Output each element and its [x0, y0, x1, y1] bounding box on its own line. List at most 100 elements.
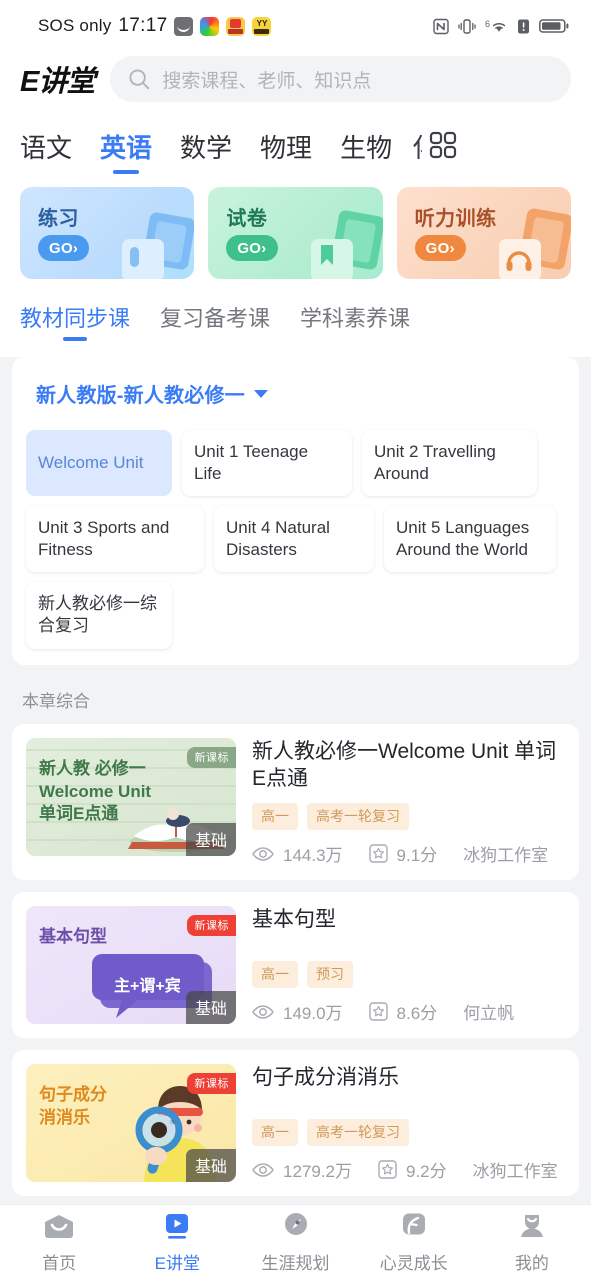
unit-chip-2[interactable]: Unit 2 Travelling Around — [362, 430, 537, 497]
eye-icon — [252, 846, 274, 861]
status-bar-left: SOS only 17:17 — [38, 15, 272, 37]
grid-icon[interactable] — [428, 124, 458, 165]
course-tags: 高一 高考一轮复习 — [252, 1109, 565, 1146]
unit-chip-1[interactable]: Unit 1 Teenage Life — [182, 430, 352, 497]
yy-app-icon — [252, 16, 272, 36]
course-title: 句子成分消消乐 — [252, 1066, 399, 1089]
tab-label: 心灵成长 — [379, 1253, 448, 1273]
course-info: 句子成分消消乐 高一 高考一轮复习 1279.2万 9.2分 冰狗工作室 — [252, 1064, 565, 1182]
course-author: 冰狗工作室 — [472, 1162, 558, 1181]
home-icon — [45, 1214, 74, 1238]
promo-title: 听力训练 — [414, 208, 497, 230]
star-rating-icon — [378, 1160, 397, 1179]
color-app-icon — [200, 16, 220, 36]
course-views: 1279.2万 — [283, 1162, 352, 1181]
book-illustration-icon — [122, 212, 195, 279]
course-card-2[interactable]: 句子成分 消消乐 新课标 基础 句子成分消消乐 高一 高考一轮复习 1279.2… — [12, 1050, 579, 1196]
course-tags: 高一 预习 — [252, 951, 565, 988]
star-rating-icon — [368, 1002, 388, 1021]
course-info: 新人教必修一Welcome Unit 单词E点通 高一 高考一轮复习 144.3… — [252, 738, 565, 866]
clock-label: 17:17 — [118, 15, 168, 36]
thumbnail-text: 基本句型 — [39, 927, 107, 946]
tab-label: 生涯规划 — [261, 1253, 330, 1273]
course-views: 144.3万 — [283, 846, 343, 865]
course-card-1[interactable]: 基本句型 主+谓+宾 新课标 基础 基本句型 高一 预习 149.0万 8.6分… — [12, 892, 579, 1038]
promo-card-exam[interactable]: 试卷 GO› — [208, 187, 383, 279]
promo-go-button[interactable]: GO› — [38, 235, 90, 261]
subject-tab-2[interactable]: 数学 — [166, 124, 246, 171]
search-placeholder: 搜索课程、老师、知识点 — [162, 70, 372, 92]
video-icon — [166, 1213, 189, 1239]
course-tags: 高一 高考一轮复习 — [252, 793, 565, 830]
unit-chip-0[interactable]: Welcome Unit — [26, 430, 172, 497]
course-card-0[interactable]: 新人教 必修一 Welcome Unit 单词E点通 新课标 基础 新人教必修一… — [12, 723, 579, 880]
tab-label: 首页 — [42, 1253, 77, 1273]
course-list: 新人教 必修一 Welcome Unit 单词E点通 新课标 基础 新人教必修一… — [0, 723, 591, 1196]
course-tag: 预习 — [307, 961, 353, 988]
subject-tab-4[interactable]: 生物 — [326, 124, 406, 171]
carrier-label: SOS only — [38, 16, 112, 35]
course-title: 新人教必修一Welcome Unit 单词E点通 — [252, 739, 557, 791]
person-icon — [520, 1214, 543, 1237]
tab-label: 我的 — [514, 1253, 549, 1273]
course-meta: 1279.2万 9.2分 冰狗工作室 — [252, 1157, 565, 1182]
category-tab-2[interactable]: 学科素养课 — [300, 301, 410, 339]
tab-career[interactable]: 生涯规划 — [236, 1212, 354, 1274]
subject-tab-3[interactable]: 物理 — [246, 124, 326, 171]
category-tab-0[interactable]: 教材同步课 — [20, 301, 130, 339]
subject-tab-1[interactable]: 英语 — [86, 124, 166, 171]
status-bar-right: 6 — [433, 18, 569, 35]
course-tag: 高考一轮复习 — [307, 1119, 409, 1146]
tab-profile[interactable]: 我的 — [473, 1212, 591, 1274]
subject-tabs: 语文 英语 数学 物理 生物 化 — [0, 120, 591, 183]
badge-new-standard: 新课标 — [186, 1073, 236, 1094]
course-tag: 高考一轮复习 — [307, 803, 409, 830]
unit-chip-4[interactable]: Unit 4 Natural Disasters — [214, 506, 374, 573]
leaf-icon — [402, 1213, 425, 1234]
alert-icon — [518, 19, 529, 33]
search-input[interactable]: 搜索课程、老师、知识点 — [110, 56, 571, 102]
app-root: SOS only 17:17 6 — [0, 0, 591, 1280]
wifi-icon: 6 — [485, 19, 508, 34]
course-thumbnail: 基本句型 主+谓+宾 新课标 基础 — [26, 906, 236, 1024]
tab-growth[interactable]: 心灵成长 — [355, 1212, 473, 1274]
headphone-illustration-icon — [498, 208, 571, 279]
course-thumbnail: 新人教 必修一 Welcome Unit 单词E点通 新课标 基础 — [26, 737, 236, 856]
subject-tab-0[interactable]: 语文 — [20, 124, 86, 171]
badge-new-standard: 新课标 — [186, 915, 236, 936]
search-icon — [129, 68, 150, 89]
vibrate-icon — [458, 18, 476, 34]
tab-home[interactable]: 首页 — [0, 1212, 118, 1274]
promo-title: 练习 — [38, 208, 79, 230]
promo-card-practice[interactable]: 练习 GO› — [20, 187, 195, 279]
promo-card-listening[interactable]: 听力训练 GO› — [396, 187, 571, 279]
textbook-selector[interactable]: 新人教版-新人教必修一 — [26, 375, 565, 430]
badge-level: 基础 — [185, 822, 236, 856]
thumbnail-bubble-text: 主+谓+宾 — [114, 978, 181, 995]
unit-chip-6[interactable]: 新人教必修一综合复习 — [26, 582, 172, 649]
chevron-down-icon — [253, 389, 268, 398]
course-info: 基本句型 高一 预习 149.0万 8.6分 何立帆 — [252, 906, 565, 1024]
subject-tab-clipped[interactable]: 化 — [406, 124, 422, 171]
course-tag: 高一 — [252, 961, 298, 988]
badge-level: 基础 — [185, 991, 236, 1024]
app-logo: E讲堂 — [20, 66, 95, 98]
unit-chip-3[interactable]: Unit 3 Sports and Fitness — [26, 506, 204, 573]
thumbnail-text: 句子成分 消消乐 — [39, 1085, 107, 1127]
promo-go-button[interactable]: GO› — [414, 235, 466, 261]
badge-level: 基础 — [185, 1149, 236, 1182]
textbook-selected-label: 新人教版-新人教必修一 — [36, 385, 245, 407]
unit-chip-5[interactable]: Unit 5 Languages Around the World — [384, 506, 556, 573]
unit-chip-list: Welcome Unit Unit 1 Teenage Life Unit 2 … — [26, 430, 565, 649]
promo-go-button[interactable]: GO› — [226, 235, 278, 261]
tab-ejiangtang[interactable]: E讲堂 — [118, 1212, 236, 1274]
course-author: 冰狗工作室 — [463, 846, 549, 865]
category-tab-1[interactable]: 复习备考课 — [160, 301, 270, 339]
app-header: E讲堂 搜索课程、老师、知识点 — [0, 52, 591, 120]
section-title: 本章综合 — [22, 691, 90, 711]
red-app-icon — [226, 16, 246, 36]
tab-label: E讲堂 — [154, 1253, 200, 1273]
course-thumbnail: 句子成分 消消乐 新课标 基础 — [26, 1064, 236, 1182]
course-meta: 149.0万 8.6分 何立帆 — [252, 999, 565, 1024]
textbook-panel: 新人教版-新人教必修一 Welcome Unit Unit 1 Teenage … — [12, 357, 579, 665]
